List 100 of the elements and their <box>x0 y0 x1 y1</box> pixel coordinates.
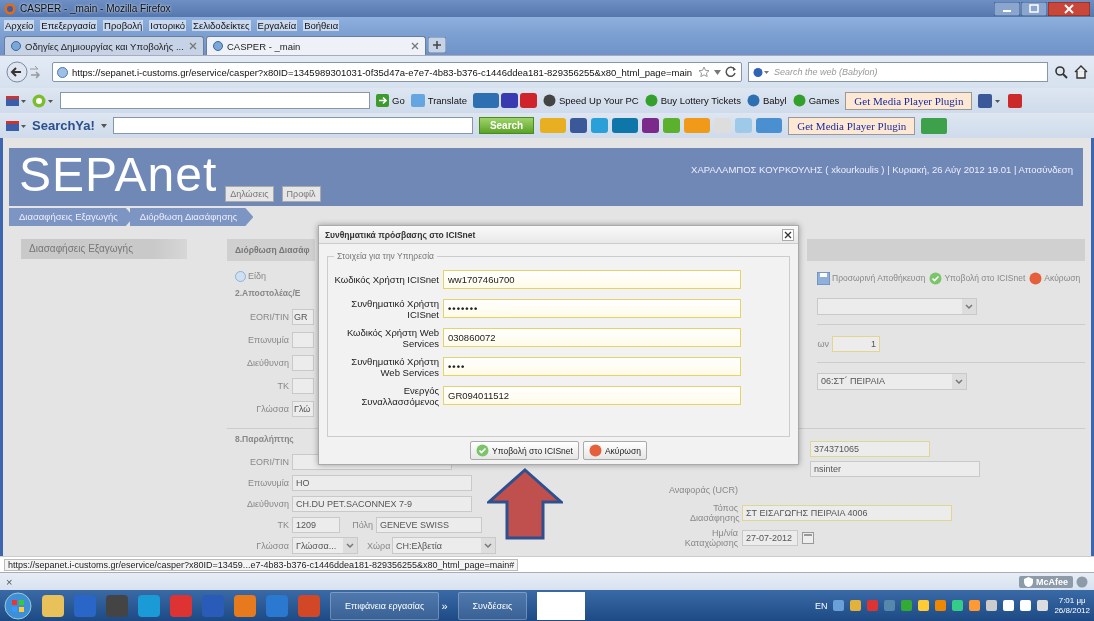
input-field[interactable]: ΣΤ ΕΙΣΑΓΩΓΗΣ ΠΕΙΡΑΙΑ 4006 <box>742 505 952 521</box>
new-tab-icon[interactable] <box>428 37 446 53</box>
toolbar-app-icon[interactable] <box>612 118 639 133</box>
toolbar-app-icon[interactable] <box>472 93 499 108</box>
select-field[interactable]: Γλώσσα... <box>292 537 358 554</box>
cancel-button[interactable]: Ακύρωση <box>582 441 647 460</box>
toolbar-logo-icon[interactable] <box>32 93 54 108</box>
toolbar-link[interactable]: Speed Up Your PC <box>542 94 639 107</box>
toolbar-link[interactable]: Games <box>792 94 840 107</box>
tray-icon[interactable] <box>952 600 964 611</box>
home-icon[interactable] <box>1074 65 1088 79</box>
input-field[interactable]: nsinter <box>810 461 980 477</box>
taskbar-app-icon[interactable] <box>42 594 64 617</box>
dropdown-icon[interactable] <box>481 538 495 553</box>
tray-icon[interactable] <box>969 600 981 611</box>
plugin-button[interactable]: Get Media Player Plugin <box>845 91 973 110</box>
select-field[interactable] <box>817 298 977 315</box>
toolbar-link[interactable]: Buy Lottery Tickets <box>644 94 741 107</box>
input-field[interactable]: GENEVE SWISS <box>376 516 482 533</box>
menu-item[interactable]: Προβολή <box>103 19 144 31</box>
taskbar-item[interactable]: Συνδέσεις <box>457 591 528 620</box>
menu-item[interactable]: Ιστορικό <box>149 19 187 31</box>
language-indicator[interactable]: EN <box>814 600 828 611</box>
toolbar-link[interactable]: Babyl <box>746 94 787 107</box>
taskbar-app-icon[interactable] <box>106 594 128 617</box>
desktop-preview <box>537 591 586 620</box>
toolbar-app-icon[interactable] <box>570 118 588 133</box>
input-field[interactable] <box>292 377 314 394</box>
taskbar-app-icon[interactable] <box>234 594 256 617</box>
menu-item[interactable]: Σελιδοδείκτες <box>192 19 251 31</box>
password-field[interactable]: ••••••• <box>443 299 741 318</box>
taskbar-app-icon[interactable] <box>138 594 160 617</box>
site-logo[interactable]: SEPAnet <box>19 148 218 202</box>
translate-icon <box>410 94 425 107</box>
toolbar-search-field[interactable] <box>60 92 370 109</box>
tray-icon[interactable] <box>986 600 998 611</box>
menu-item[interactable]: Αρχείο <box>4 19 35 31</box>
toolbar-app-icon[interactable] <box>500 93 518 108</box>
start-button[interactable] <box>4 591 32 620</box>
link-icon <box>792 94 806 107</box>
social-icon[interactable] <box>978 93 1003 108</box>
input-field[interactable] <box>292 331 314 348</box>
toolbar-app-icon[interactable] <box>519 93 537 108</box>
close-addon-bar-button[interactable]: × <box>6 575 13 588</box>
toolbar-search-field[interactable] <box>112 117 473 134</box>
select-field[interactable]: Γλώ <box>292 400 314 417</box>
overflow-chevron[interactable]: » <box>441 599 448 612</box>
input-field[interactable]: 030860072 <box>443 328 741 347</box>
reload-icon[interactable] <box>725 66 737 78</box>
nav-button[interactable]: Δηλώσεις <box>225 186 274 202</box>
maximize-button[interactable] <box>1021 1 1047 16</box>
menu-item[interactable]: Εργαλεία <box>256 19 298 31</box>
form-label: EORI/TIN <box>249 456 289 467</box>
dropdown-icon[interactable] <box>100 123 107 128</box>
submit-button[interactable]: Υποβολή στο ICISnet <box>470 441 579 460</box>
menu-item[interactable]: Επεξεργασία <box>40 19 98 31</box>
tray-icon[interactable] <box>1037 600 1049 611</box>
input-field[interactable]: 1 <box>832 335 880 352</box>
select-field[interactable]: CH:Ελβετία <box>392 537 496 554</box>
input-field[interactable] <box>292 354 314 371</box>
calendar-icon[interactable] <box>802 532 814 544</box>
close-icon[interactable] <box>782 228 794 241</box>
dropdown-icon[interactable] <box>714 69 721 75</box>
taskbar-item[interactable]: Επιφάνεια εργασίας <box>330 591 440 620</box>
tray-icon[interactable] <box>1003 600 1015 611</box>
video-site-icon[interactable] <box>1008 93 1023 108</box>
password-field[interactable]: •••• <box>443 357 741 376</box>
input-field[interactable]: 374371065 <box>810 441 930 457</box>
flag-dropdown-icon[interactable] <box>6 119 26 132</box>
search-icon[interactable] <box>1054 65 1068 79</box>
input-field[interactable]: GR094011512 <box>443 386 741 405</box>
flag-dropdown-icon[interactable] <box>6 94 26 107</box>
address-field[interactable]: https://sepanet.i-customs.gr/eservice/casper?x80ID=1345989301031-0f35d47a-e7e7-4b83-b376-c1446ddea181-829356255&x80_html_page=main <box>52 62 742 82</box>
help-icon[interactable] <box>1076 575 1088 588</box>
plugin-button[interactable]: Get Media Player Plugin <box>788 116 916 135</box>
tray-icon[interactable] <box>918 600 930 611</box>
clock[interactable]: 7:01 μμ 26/8/2012 <box>1054 596 1090 615</box>
input-field[interactable]: ww170746u700 <box>443 270 741 289</box>
input-field[interactable]: HO <box>292 474 472 491</box>
dropdown-icon[interactable] <box>952 373 966 389</box>
input-field[interactable]: CH.DU PET.SACONNEX 7-9 <box>292 495 472 512</box>
input-field[interactable]: 1209 <box>292 516 340 533</box>
browser-tab[interactable]: Οδηγίες Δημιουργίας και Υποβολής ... <box>4 36 204 55</box>
go-button[interactable]: Go <box>376 94 405 107</box>
form-label: ΤΚ <box>276 380 289 391</box>
minimize-button[interactable] <box>994 1 1020 16</box>
browser-tab[interactable]: CASPER - _main <box>206 36 426 55</box>
translate-button[interactable]: Translate <box>410 94 467 107</box>
bookmark-star-icon[interactable] <box>698 66 710 78</box>
toolbar-app-icon[interactable] <box>642 118 660 133</box>
select-field[interactable]: 06:ΣΤ΄ ΠΕΙΡΑΙΑ <box>817 372 967 390</box>
dropdown-icon[interactable] <box>343 538 357 553</box>
tray-icon[interactable] <box>1020 600 1032 611</box>
dropdown-icon[interactable] <box>962 299 976 314</box>
menu-item[interactable]: Βοήθεια <box>303 19 340 31</box>
input-field[interactable]: 27-07-2012 <box>742 530 798 546</box>
nav-button[interactable]: Προφίλ <box>281 186 321 202</box>
input-field[interactable]: GR <box>292 308 314 325</box>
tray-icon[interactable] <box>850 600 862 611</box>
close-button[interactable] <box>1048 1 1090 16</box>
